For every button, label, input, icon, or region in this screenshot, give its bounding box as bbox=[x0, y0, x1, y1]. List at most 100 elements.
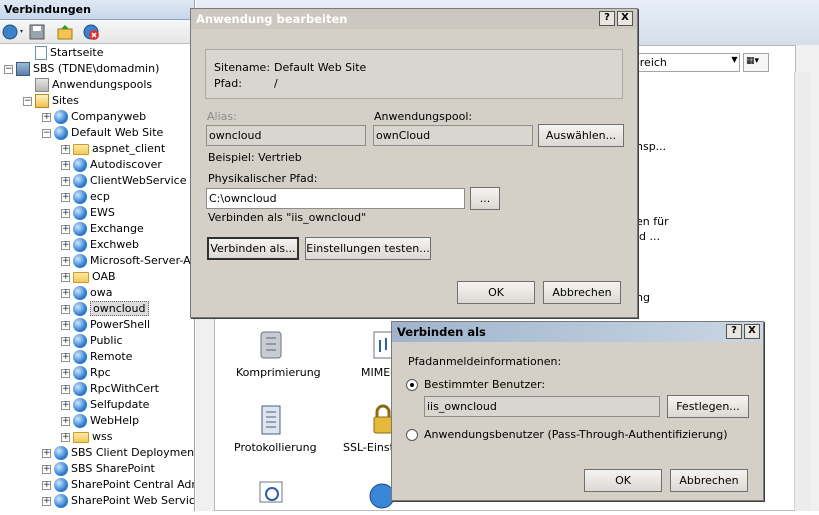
collapse-icon[interactable]: − bbox=[4, 64, 13, 74]
specific-user-label[interactable]: Bestimmter Benutzer: bbox=[424, 378, 545, 391]
close-button[interactable]: X bbox=[617, 11, 633, 26]
select-pool-button[interactable]: Auswählen... bbox=[538, 124, 624, 147]
cancel-button[interactable]: Abbrechen bbox=[670, 469, 748, 492]
sitename-value: Default Web Site bbox=[274, 61, 367, 74]
specific-user-radio[interactable] bbox=[406, 379, 418, 391]
tree-item[interactable]: + WebHelp bbox=[61, 413, 139, 429]
group-by-field[interactable]: ereich bbox=[628, 53, 740, 72]
app-user-label[interactable]: Anwendungsbenutzer (Pass-Through-Authent… bbox=[424, 428, 728, 441]
expand-icon[interactable]: + bbox=[42, 496, 51, 506]
logging-icon[interactable] bbox=[256, 403, 286, 437]
ok-button[interactable]: OK bbox=[584, 469, 662, 492]
tree-item[interactable]: + SharePoint Central Admin bbox=[42, 477, 194, 493]
expand-icon[interactable]: + bbox=[61, 224, 70, 234]
tree-item[interactable]: + SharePoint Web Services bbox=[42, 493, 195, 509]
tree-item[interactable]: Startseite bbox=[23, 45, 104, 61]
tree-item[interactable]: + OAB bbox=[61, 269, 116, 285]
compression-icon[interactable] bbox=[256, 328, 286, 362]
tree-item[interactable]: + owncloud bbox=[61, 301, 149, 317]
tree-item[interactable]: + Exchweb bbox=[61, 237, 139, 253]
tree-item[interactable]: + Selfupdate bbox=[61, 397, 149, 413]
specific-user-field[interactable]: iis_owncloud bbox=[424, 396, 660, 417]
feature-icon[interactable] bbox=[256, 478, 286, 512]
connect-globe-icon[interactable] bbox=[2, 23, 23, 41]
expand-icon[interactable]: + bbox=[61, 400, 70, 410]
alias-field[interactable]: owncloud bbox=[206, 125, 366, 146]
physical-path-field[interactable]: C:\owncloud bbox=[206, 188, 465, 209]
tree-item-label: PowerShell bbox=[90, 318, 151, 331]
tree-item[interactable]: + Rpc bbox=[61, 365, 111, 381]
tree-item[interactable]: + SBS SharePoint bbox=[42, 461, 155, 477]
tree-item[interactable]: + Remote bbox=[61, 349, 132, 365]
app-icon bbox=[73, 174, 87, 188]
tree-item[interactable]: Anwendungspools bbox=[23, 77, 152, 93]
set-user-button[interactable]: Festlegen... bbox=[667, 395, 749, 418]
expand-icon[interactable]: + bbox=[61, 304, 70, 314]
help-button[interactable]: ? bbox=[599, 11, 615, 26]
tree-item[interactable]: − Sites bbox=[23, 93, 79, 109]
tree-item[interactable]: − SBS (TDNE\domadmin) bbox=[4, 61, 159, 77]
expand-icon[interactable]: + bbox=[61, 320, 70, 330]
app-pool-field[interactable]: ownCloud bbox=[373, 125, 533, 146]
expand-icon[interactable]: + bbox=[61, 352, 70, 362]
tree-item[interactable]: + owa bbox=[61, 285, 112, 301]
tree-item[interactable]: + RpcWithCert bbox=[61, 381, 159, 397]
chevron-down-icon[interactable]: ▼ bbox=[730, 55, 739, 69]
tree-item[interactable]: + SBS Client Deployment A bbox=[42, 445, 194, 461]
save-icon[interactable] bbox=[28, 23, 46, 41]
collapse-icon[interactable]: − bbox=[23, 96, 32, 106]
view-mode-button[interactable]: ▦▾ bbox=[743, 53, 769, 72]
up-level-icon[interactable] bbox=[56, 23, 74, 41]
vertical-scrollbar[interactable] bbox=[794, 72, 811, 511]
expand-icon[interactable]: + bbox=[61, 384, 70, 394]
app-user-radio[interactable] bbox=[406, 429, 418, 441]
tree-item[interactable]: + Companyweb bbox=[42, 109, 146, 125]
expand-icon[interactable]: + bbox=[61, 160, 70, 170]
expand-icon[interactable]: + bbox=[42, 480, 51, 490]
feature-label[interactable]: Komprimierung bbox=[236, 366, 321, 379]
expand-icon[interactable]: + bbox=[61, 192, 70, 202]
expand-icon[interactable]: + bbox=[61, 368, 70, 378]
expand-icon[interactable]: + bbox=[61, 144, 70, 154]
cancel-button[interactable]: Abbrechen bbox=[543, 281, 621, 304]
tree-item[interactable]: + Autodiscover bbox=[61, 157, 162, 173]
connect-as-button[interactable]: Verbinden als... bbox=[207, 237, 299, 260]
expand-icon[interactable]: + bbox=[42, 448, 51, 458]
tree-item[interactable]: + wss bbox=[61, 429, 112, 445]
connect-as-text: Verbinden als "iis_owncloud" bbox=[208, 211, 367, 224]
tree-item[interactable]: + aspnet_client bbox=[61, 141, 165, 157]
tree-item[interactable]: + Microsoft-Server-Ac bbox=[61, 253, 194, 269]
tree-item[interactable]: + PowerShell bbox=[61, 317, 150, 333]
sites-icon bbox=[35, 94, 49, 108]
tree-item[interactable]: + ClientWebService bbox=[61, 173, 186, 189]
expand-icon[interactable]: + bbox=[61, 176, 70, 186]
expand-icon[interactable]: + bbox=[61, 240, 70, 250]
tree-item[interactable]: + EWS bbox=[61, 205, 115, 221]
disconnect-icon[interactable] bbox=[82, 23, 100, 41]
edit-application-dialog: Anwendung bearbeiten ? X Sitename: Defau… bbox=[190, 8, 638, 318]
tree-item[interactable]: + Exchange bbox=[61, 221, 144, 237]
tree-item-label: Sites bbox=[52, 94, 79, 107]
collapse-icon[interactable]: − bbox=[42, 128, 51, 138]
expand-icon[interactable]: + bbox=[61, 272, 70, 282]
tree-item[interactable]: − Default Web Site bbox=[42, 125, 163, 141]
feature-label[interactable]: Protokollierung bbox=[234, 441, 317, 454]
expand-icon[interactable]: + bbox=[61, 336, 70, 346]
expand-icon[interactable]: + bbox=[61, 208, 70, 218]
tree-item-label: SharePoint Web Services bbox=[71, 494, 195, 507]
expand-icon[interactable]: + bbox=[61, 416, 70, 426]
expand-icon[interactable]: + bbox=[61, 432, 70, 442]
expand-icon[interactable]: + bbox=[42, 464, 51, 474]
test-settings-button[interactable]: Einstellungen testen... bbox=[305, 237, 431, 260]
expand-icon[interactable]: + bbox=[61, 288, 70, 298]
help-button[interactable]: ? bbox=[726, 324, 742, 339]
feature-label[interactable]: MIME- bbox=[361, 366, 394, 379]
tree-item[interactable]: + ecp bbox=[61, 189, 110, 205]
expand-icon[interactable]: + bbox=[42, 112, 51, 122]
tree-item[interactable]: + Public bbox=[61, 333, 123, 349]
ok-button[interactable]: OK bbox=[457, 281, 535, 304]
close-button[interactable]: X bbox=[744, 324, 760, 339]
expand-icon[interactable]: + bbox=[61, 256, 70, 266]
browse-button[interactable]: ... bbox=[470, 187, 500, 210]
dialog-titlebar: Verbinden als ? X bbox=[392, 322, 763, 342]
